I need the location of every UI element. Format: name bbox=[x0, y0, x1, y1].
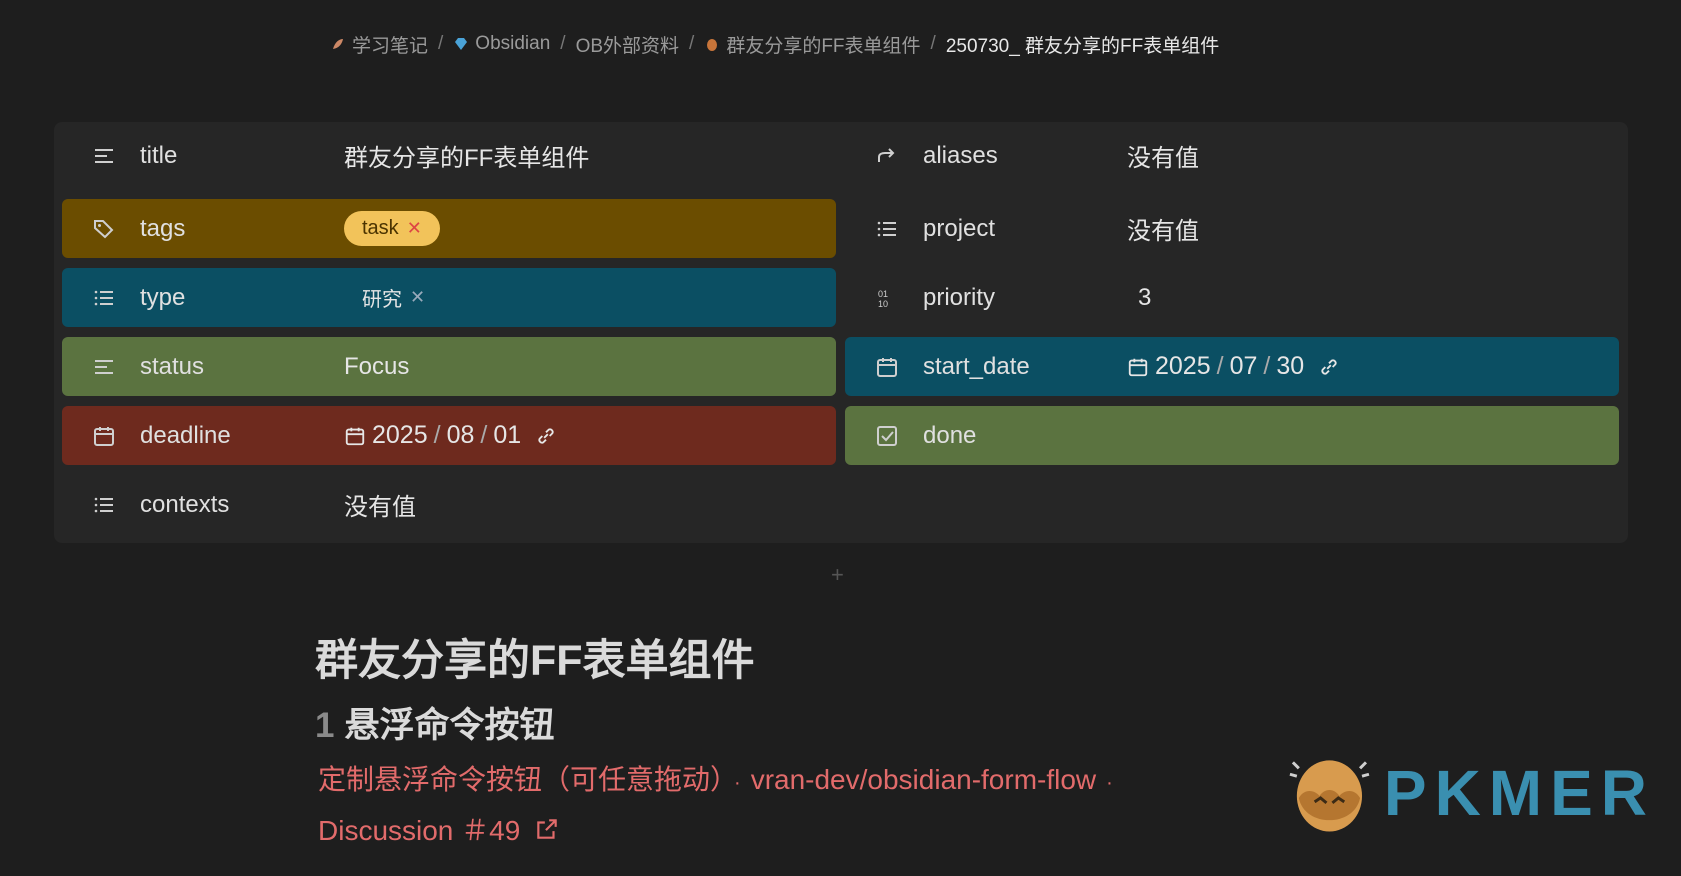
breadcrumb-item-ob-external[interactable]: OB外部资料 bbox=[576, 31, 679, 58]
tag-label: task bbox=[362, 217, 399, 239]
property-aliases[interactable]: aliases 没有值 bbox=[845, 126, 1619, 185]
calendar-icon bbox=[345, 427, 365, 445]
type-chip[interactable]: 研究 ✕ bbox=[344, 283, 425, 312]
property-done[interactable]: done bbox=[845, 406, 1619, 465]
link-icon[interactable] bbox=[535, 425, 557, 447]
property-name: tags bbox=[140, 214, 186, 242]
property-project[interactable]: project 没有值 bbox=[845, 199, 1619, 258]
link-icon[interactable] bbox=[1318, 356, 1340, 378]
date-month: 07 bbox=[1229, 352, 1258, 380]
link-custom-button[interactable]: 定制悬浮命令按钮（可任意拖动） bbox=[318, 764, 724, 795]
heading-text: 悬浮命令按钮 bbox=[344, 706, 555, 745]
page-heading: 群友分享的FF表单组件 bbox=[315, 637, 755, 685]
breadcrumb-separator: / bbox=[438, 33, 444, 54]
property-value: task ✕ bbox=[344, 211, 440, 246]
property-name: deadline bbox=[140, 421, 231, 449]
pkmer-logo: PKMER bbox=[1285, 748, 1655, 838]
date-year: 2025 bbox=[1155, 352, 1211, 380]
list-icon bbox=[94, 497, 113, 512]
list-icon bbox=[877, 221, 896, 236]
calendar-icon bbox=[1128, 358, 1148, 376]
property-value[interactable]: 没有值 bbox=[1127, 211, 1199, 246]
breadcrumb-item-obsidian[interactable]: Obsidian bbox=[453, 33, 550, 55]
leaf-icon bbox=[333, 39, 343, 49]
property-name: contexts bbox=[140, 490, 230, 518]
property-name: status bbox=[140, 352, 205, 380]
breadcrumb: 学习笔记 / Obsidian / OB外部资料 / 群友分享的FF表单组件 /… bbox=[330, 30, 1219, 58]
property-status[interactable]: status Focus bbox=[62, 337, 836, 396]
tags-icon bbox=[94, 219, 114, 238]
breadcrumb-separator: / bbox=[689, 33, 695, 54]
property-tags[interactable]: tags task ✕ bbox=[62, 199, 836, 258]
gem-icon bbox=[455, 38, 468, 50]
property-value[interactable]: Focus bbox=[344, 353, 409, 381]
date-year: 2025 bbox=[372, 421, 428, 449]
type-label: 研究 bbox=[362, 289, 402, 311]
add-property-icon[interactable]: + bbox=[831, 562, 844, 588]
breadcrumb-separator: / bbox=[560, 33, 566, 54]
breadcrumb-label: 群友分享的FF表单组件 bbox=[726, 35, 921, 57]
list-icon bbox=[94, 290, 113, 305]
reference-links: 定制悬浮命令按钮（可任意拖动） · vran-dev/obsidian-form-f… bbox=[318, 756, 1238, 855]
remove-type-icon[interactable]: ✕ bbox=[410, 287, 425, 308]
heading-number: 1 bbox=[315, 706, 335, 745]
breadcrumb-separator: / bbox=[930, 33, 936, 54]
text-lines-icon bbox=[95, 148, 113, 163]
property-contexts[interactable]: contexts 没有值 bbox=[62, 475, 836, 534]
property-value: 研究 ✕ bbox=[344, 283, 425, 312]
svg-text:01: 01 bbox=[878, 289, 888, 299]
tag-pill[interactable]: task ✕ bbox=[344, 211, 440, 246]
breadcrumb-item-ff-form[interactable]: 群友分享的FF表单组件 bbox=[704, 31, 921, 58]
breadcrumb-current: 250730_ 群友分享的FF表单组件 bbox=[946, 31, 1219, 58]
breadcrumb-label: OB外部资料 bbox=[575, 35, 680, 57]
remove-tag-icon[interactable]: ✕ bbox=[407, 218, 422, 239]
section-heading: 1 悬浮命令按钮 bbox=[315, 697, 554, 748]
property-start-date[interactable]: start_date 2025/07/30 bbox=[845, 337, 1619, 396]
breadcrumb-item-study-notes[interactable]: 学习笔记 bbox=[330, 31, 428, 58]
property-value[interactable]: 2025/07/30 bbox=[1127, 352, 1340, 381]
date-day: 01 bbox=[493, 421, 522, 449]
forward-arrow-icon bbox=[878, 147, 895, 162]
external-link-icon[interactable] bbox=[534, 816, 560, 842]
property-name: aliases bbox=[923, 141, 998, 169]
pkmer-wordmark: PKMER bbox=[1383, 757, 1655, 829]
property-title[interactable]: title 群友分享的FF表单组件 bbox=[62, 126, 836, 185]
property-type[interactable]: type 研究 ✕ bbox=[62, 268, 836, 327]
property-value[interactable]: 2025/08/01 bbox=[344, 421, 557, 450]
property-value[interactable]: 没有值 bbox=[344, 487, 416, 522]
separator-dot: · bbox=[734, 772, 741, 794]
property-deadline[interactable]: deadline 2025/08/01 bbox=[62, 406, 836, 465]
breadcrumb-label: 学习笔记 bbox=[352, 35, 429, 57]
date-day: 30 bbox=[1276, 352, 1305, 380]
properties-panel: title 群友分享的FF表单组件 aliases 没有值 tags task … bbox=[54, 122, 1628, 543]
property-value[interactable]: 没有值 bbox=[1127, 138, 1199, 173]
breadcrumb-label: Obsidian bbox=[475, 33, 551, 54]
calendar-icon bbox=[94, 426, 114, 446]
property-name: priority bbox=[923, 283, 996, 311]
seed-icon bbox=[707, 39, 718, 51]
calendar-icon bbox=[877, 357, 897, 377]
property-name: title bbox=[140, 141, 178, 169]
property-priority[interactable]: 01 10 priority 3 bbox=[845, 268, 1619, 327]
date-month: 08 bbox=[446, 421, 475, 449]
link-discussion[interactable]: Discussion ＃49 bbox=[318, 815, 520, 846]
breadcrumb-current-label: 250730_ 群友分享的FF表单组件 bbox=[945, 35, 1220, 57]
pkmer-mascot-icon bbox=[1289, 760, 1370, 832]
property-name: done bbox=[923, 421, 977, 449]
separator-dot: · bbox=[1106, 772, 1113, 794]
property-value[interactable]: 3 bbox=[1138, 284, 1151, 312]
property-name: project bbox=[923, 214, 996, 242]
link-repo[interactable]: vran-dev/obsidian-form-flow bbox=[751, 764, 1096, 795]
svg-text:10: 10 bbox=[878, 299, 888, 309]
property-value[interactable]: 群友分享的FF表单组件 bbox=[344, 138, 589, 173]
property-name: type bbox=[140, 283, 186, 311]
checkbox-icon[interactable] bbox=[875, 424, 899, 448]
number-icon: 0110 bbox=[878, 289, 888, 309]
property-name: start_date bbox=[923, 352, 1030, 380]
text-lines-icon bbox=[95, 359, 113, 374]
